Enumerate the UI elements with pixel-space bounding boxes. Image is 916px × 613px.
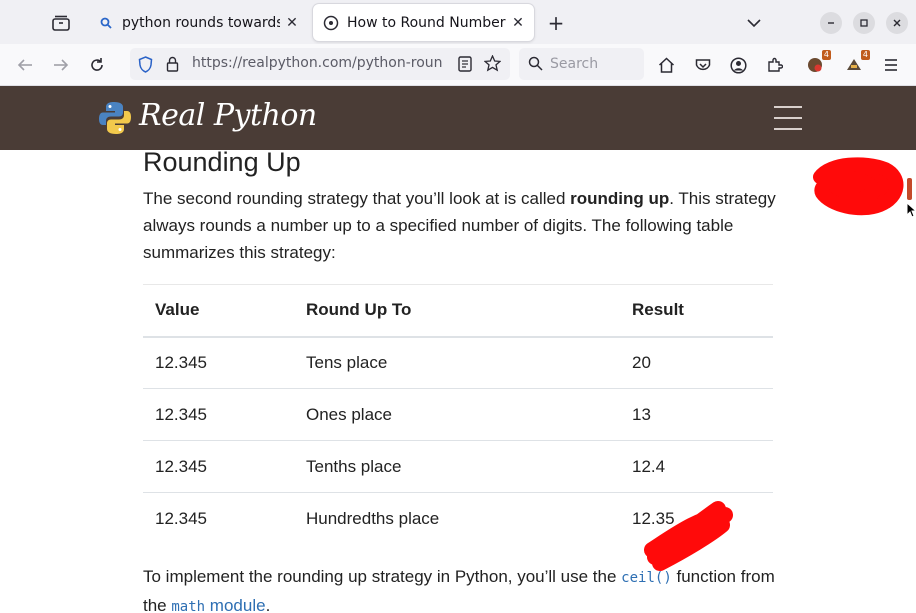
- tab-overview-icon[interactable]: [49, 11, 73, 35]
- lock-icon[interactable]: [166, 56, 179, 76]
- section-heading: Rounding Up: [143, 150, 301, 177]
- close-window-button[interactable]: [886, 12, 908, 34]
- table-cell: 20: [620, 336, 773, 389]
- menu-icon[interactable]: [878, 52, 904, 78]
- tab-strip: python rounds towards p ✕ How to Round N…: [0, 0, 916, 44]
- scrollbar-thumb[interactable]: [907, 178, 912, 200]
- column-header: Value: [143, 284, 294, 338]
- mouse-cursor-icon: [906, 202, 916, 218]
- close-icon[interactable]: ✕: [506, 11, 530, 35]
- table-cell: 12.345: [143, 336, 294, 389]
- article-content: Rounding Up The second rounding strategy…: [0, 150, 916, 613]
- site-header: Real Python: [0, 86, 916, 150]
- tab-python-rounds[interactable]: python rounds towards p ✕: [88, 4, 308, 41]
- extension-badge: 4: [821, 50, 831, 60]
- math-module-link[interactable]: math module: [171, 596, 265, 613]
- table-header-row: Value Round Up To Result: [143, 284, 773, 338]
- redaction-scribble: [644, 501, 733, 571]
- table-cell: Tenths place: [294, 440, 620, 493]
- table-row: 12.345 Ones place 13: [143, 388, 773, 441]
- outro-text: .: [265, 596, 271, 613]
- redaction-scribble: [813, 157, 904, 216]
- navigation-toolbar: https://realpython.com/python-roun Searc…: [0, 44, 916, 86]
- table-cell: 12.345: [143, 388, 294, 441]
- address-bar[interactable]: https://realpython.com/python-roun: [130, 48, 510, 80]
- intro-bold-term: rounding up: [570, 189, 670, 208]
- minimize-button[interactable]: [820, 12, 842, 34]
- url-text[interactable]: https://realpython.com/python-roun: [192, 55, 442, 71]
- table-cell: 12.345: [143, 440, 294, 493]
- reader-view-icon[interactable]: [458, 56, 472, 76]
- forward-icon[interactable]: [48, 52, 74, 78]
- maximize-button[interactable]: [853, 12, 875, 34]
- home-icon[interactable]: [653, 52, 679, 78]
- realpython-favicon-icon: [323, 15, 339, 31]
- table-row: 12.345 Tenths place 12.4: [143, 440, 773, 493]
- tab-title: python rounds towards p: [122, 14, 280, 31]
- tab-title: How to Round Numbers i: [347, 14, 506, 31]
- tracking-protection-shield-icon[interactable]: [138, 56, 153, 77]
- search-icon: [528, 56, 543, 75]
- site-menu-icon[interactable]: [774, 106, 802, 130]
- table-cell: 13: [620, 388, 773, 441]
- module-link-text: module: [205, 596, 266, 613]
- extension-badge: 4: [860, 50, 870, 60]
- column-header: Result: [620, 284, 773, 338]
- table-row: 12.345 Tens place 20: [143, 336, 773, 389]
- site-brand[interactable]: Real Python: [139, 98, 317, 133]
- table-cell: 12.4: [620, 440, 773, 493]
- extensions-icon[interactable]: [762, 52, 788, 78]
- extension-addon-icon[interactable]: 4: [802, 50, 831, 78]
- chevron-down-icon[interactable]: [742, 11, 766, 35]
- search-input[interactable]: Search: [519, 48, 644, 80]
- intro-text: The second rounding strategy that you’ll…: [143, 189, 571, 208]
- math-code: math: [171, 599, 206, 613]
- table-cell: Ones place: [294, 388, 620, 441]
- column-header: Round Up To: [294, 284, 620, 338]
- reload-icon[interactable]: [84, 52, 110, 78]
- back-icon[interactable]: [12, 52, 38, 78]
- table-cell: Tens place: [294, 336, 620, 389]
- pocket-icon[interactable]: [690, 52, 716, 78]
- table-cell: 12.345: [143, 492, 294, 545]
- account-icon[interactable]: [725, 52, 751, 78]
- python-logo-icon[interactable]: [98, 100, 132, 140]
- table-cell: Hundredths place: [294, 492, 620, 545]
- search-icon: [98, 15, 114, 31]
- outro-text: To implement the rounding up strategy in…: [143, 567, 622, 586]
- tab-how-to-round[interactable]: How to Round Numbers i ✕: [313, 4, 534, 41]
- close-icon[interactable]: ✕: [280, 11, 304, 35]
- extension-addon-icon[interactable]: 4: [841, 50, 870, 78]
- new-tab-icon[interactable]: +: [544, 11, 568, 35]
- search-placeholder: Search: [550, 56, 599, 72]
- bookmark-star-icon[interactable]: [483, 54, 502, 76]
- intro-paragraph: The second rounding strategy that you’ll…: [143, 185, 783, 266]
